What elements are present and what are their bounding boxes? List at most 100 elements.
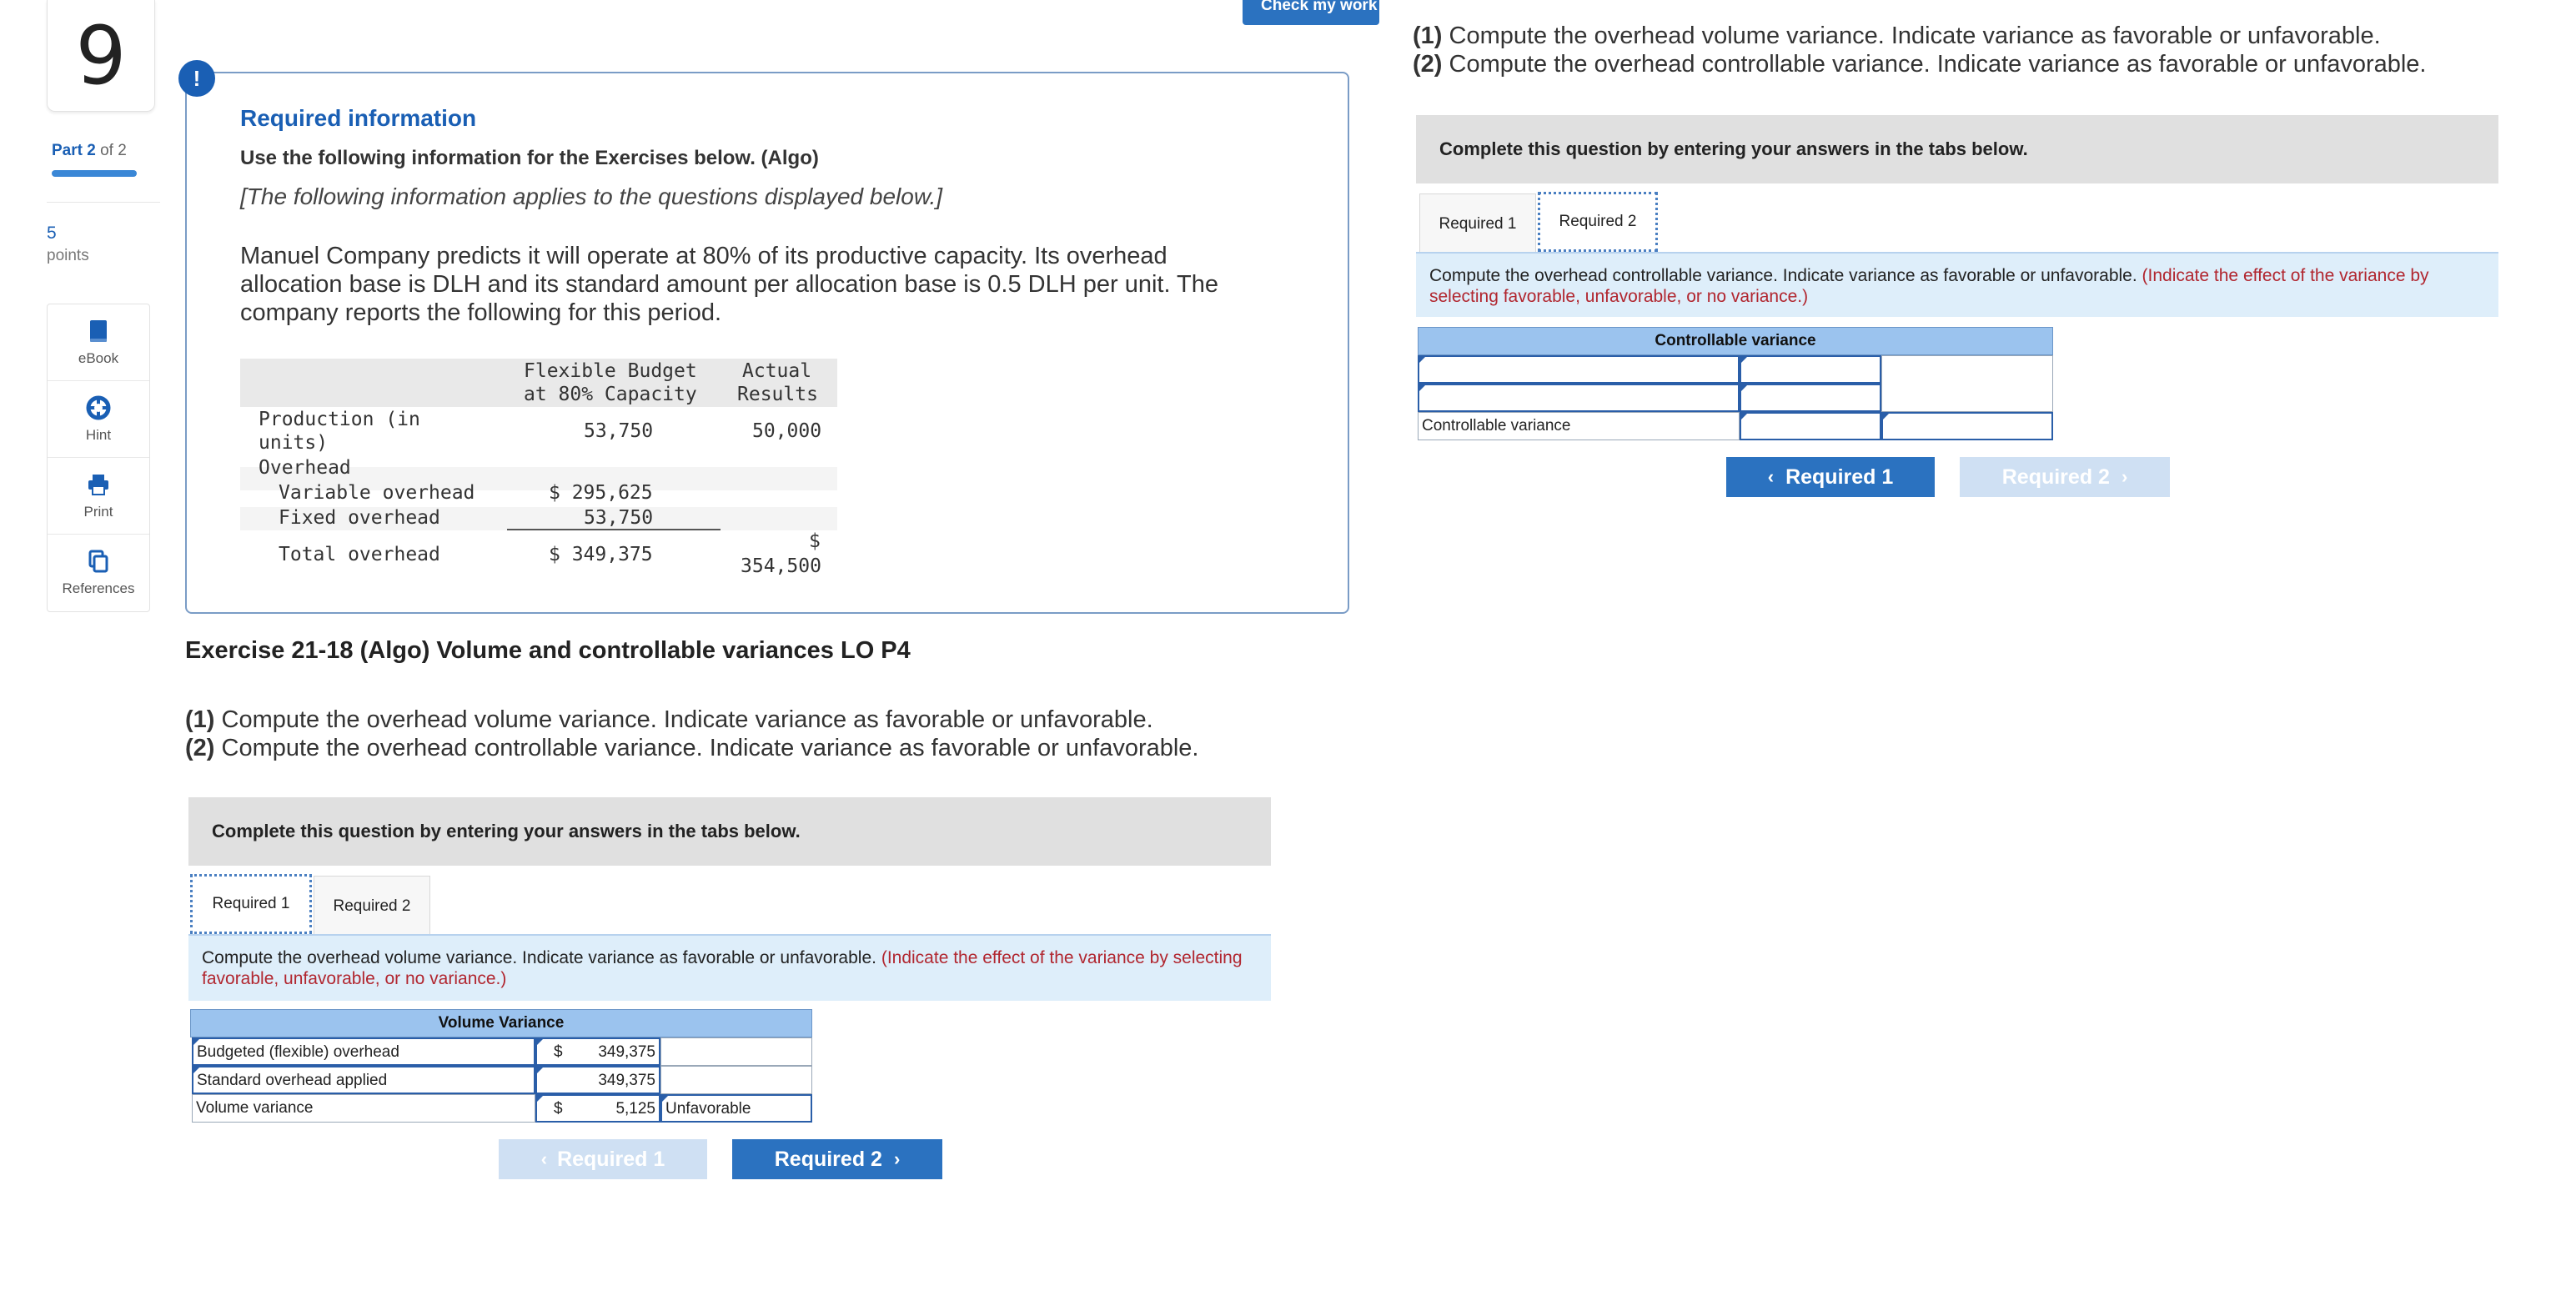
budgeted-overhead-input[interactable]: $349,375 <box>535 1037 660 1066</box>
hint-label: Hint <box>85 426 112 443</box>
exercise-title: Exercise 21-18 (Algo) Volume and control… <box>185 637 911 664</box>
required-2-prompt-text: Compute the overhead controllable varian… <box>1429 266 2137 285</box>
back-label: Required 1 <box>1785 465 1894 489</box>
chevron-left-icon: ‹ <box>1767 466 1775 487</box>
ebook-button[interactable]: eBook <box>48 304 149 381</box>
fixed-overhead-label: Fixed overhead <box>279 507 440 529</box>
next-required-2-button[interactable]: Required 2 › <box>732 1139 942 1179</box>
production-label-line2: units) <box>259 432 329 454</box>
standard-overhead-label[interactable]: Standard overhead applied <box>192 1066 535 1094</box>
variable-overhead-label: Variable overhead <box>279 482 475 504</box>
entry-flag-icon <box>1883 414 1889 419</box>
standard-overhead-input[interactable]: 349,375 <box>535 1066 660 1094</box>
volume-variance-value: 5,125 <box>615 1100 655 1118</box>
print-button[interactable]: Print <box>48 458 149 535</box>
instruction-1: (1) Compute the overhead volume variance… <box>185 706 1153 734</box>
instruction-2-number: (2) <box>185 735 215 761</box>
entry-flag-icon <box>1741 357 1747 363</box>
header-actual-line2: Results <box>737 384 818 405</box>
volume-variance-input[interactable]: $5,125 <box>535 1094 660 1123</box>
instruction-1-text: Compute the overhead volume variance. In… <box>214 706 1153 733</box>
chevron-right-icon: › <box>2121 466 2128 487</box>
instruction-2: (2) Compute the overhead controllable va… <box>185 734 1199 762</box>
budgeted-overhead-label-text: Budgeted (flexible) overhead <box>197 1043 399 1061</box>
controllable-variance-label: Controllable variance <box>1418 412 1740 440</box>
prev-required-1-button[interactable]: ‹ Required 1 <box>499 1139 707 1179</box>
chevron-right-icon: › <box>893 1148 901 1169</box>
rail-divider <box>47 202 160 203</box>
forward-required-2-button[interactable]: Required 2 › <box>1960 457 2170 497</box>
next-label: Required 2 <box>774 1147 882 1171</box>
lifebuoy-icon <box>86 395 111 419</box>
controllable-row-2-label-select[interactable] <box>1418 384 1740 412</box>
alert-icon: ! <box>178 60 215 97</box>
part-progress-bar <box>52 170 137 177</box>
production-actual: 50,000 <box>752 420 822 442</box>
tools-panel: eBook Hint Print References <box>47 304 150 612</box>
production-flexible: 53,750 <box>584 420 654 442</box>
entry-flag-icon <box>193 1039 199 1045</box>
print-label: Print <box>83 503 113 520</box>
part-suffix: of 2 <box>95 142 127 159</box>
entry-flag-icon <box>1419 385 1425 391</box>
right-complete-banner: Complete this question by entering your … <box>1416 115 2498 183</box>
right-tab-required-2[interactable]: Required 2 <box>1538 192 1658 252</box>
forward-label: Required 2 <box>2001 465 2110 489</box>
entry-flag-icon <box>537 1096 543 1102</box>
points-value: 5 <box>47 224 57 243</box>
entry-flag-icon <box>537 1039 543 1045</box>
volume-variance-effect: Unfavorable <box>665 1100 751 1118</box>
instruction-1-number: (1) <box>185 706 215 733</box>
total-overhead-flexible: $ 349,375 <box>549 544 653 565</box>
tab-required-1[interactable]: Required 1 <box>190 874 312 934</box>
right-instruction-2-number: (2) <box>1413 51 1443 78</box>
right-instruction-1-text: Compute the overhead volume variance. In… <box>1442 23 2381 49</box>
subtotal-rule <box>507 529 721 530</box>
check-my-work-button[interactable]: Check my work <box>1243 0 1379 25</box>
right-instruction-2: (2) Compute the overhead controllable va… <box>1413 50 2427 78</box>
tab-required-2[interactable]: Required 2 <box>314 876 430 936</box>
back-required-1-button[interactable]: ‹ Required 1 <box>1726 457 1935 497</box>
standard-overhead-value: 349,375 <box>598 1072 655 1089</box>
controllable-variance-effect-select[interactable] <box>1881 412 2053 440</box>
instruction-2-text: Compute the overhead controllable varian… <box>214 735 1199 761</box>
references-label: References <box>62 580 135 596</box>
required-1-prompt-text: Compute the overhead volume variance. In… <box>202 948 876 967</box>
header-flexible-line1: Flexible Budget <box>524 360 697 382</box>
volume-variance-effect-select[interactable]: Unfavorable <box>660 1094 812 1123</box>
overhead-label: Overhead <box>259 457 351 479</box>
references-button[interactable]: References <box>48 535 149 611</box>
printer-icon <box>88 474 108 495</box>
part-current: Part 2 <box>52 142 96 159</box>
variable-overhead-flexible: $ 295,625 <box>549 482 653 504</box>
entry-flag-icon <box>537 1067 543 1073</box>
entry-flag-icon <box>1741 385 1747 391</box>
controllable-variance-input[interactable] <box>1740 412 1881 440</box>
controllable-row-1-input[interactable] <box>1740 355 1881 384</box>
volume-variance-label: Volume variance <box>192 1094 535 1123</box>
copy-icon <box>88 550 108 573</box>
budgeted-overhead-label[interactable]: Budgeted (flexible) overhead <box>192 1037 535 1066</box>
right-instruction-2-text: Compute the overhead controllable varian… <box>1442 51 2427 78</box>
total-overhead-label: Total overhead <box>279 544 440 565</box>
hint-button[interactable]: Hint <box>48 381 149 458</box>
controllable-row-1-label-select[interactable] <box>1418 355 1740 384</box>
standard-overhead-effect <box>660 1066 812 1094</box>
required-info-paragraph: Manuel Company predicts it will operate … <box>240 243 1219 326</box>
total-overhead-actual-symbol: $ <box>809 530 821 552</box>
required-info-italic-line: [The following information applies to th… <box>240 183 943 209</box>
right-instruction-1-number: (1) <box>1413 23 1443 49</box>
right-instruction-1: (1) Compute the overhead volume variance… <box>1413 22 2381 50</box>
part-indicator: Part 2 of 2 <box>52 142 127 160</box>
budgeted-overhead-effect <box>660 1037 812 1066</box>
required-info-title: Required information <box>240 105 477 131</box>
controllable-row-2-input[interactable] <box>1740 384 1881 412</box>
ebook-label: eBook <box>78 349 119 366</box>
standard-overhead-label-text: Standard overhead applied <box>197 1072 388 1089</box>
entry-flag-icon <box>662 1096 668 1102</box>
controllable-effect-spacer <box>1881 355 2053 412</box>
controllable-variance-header: Controllable variance <box>1418 327 2053 355</box>
book-icon <box>90 319 107 342</box>
right-tab-required-1[interactable]: Required 1 <box>1419 193 1536 254</box>
points-label: points <box>47 247 89 264</box>
